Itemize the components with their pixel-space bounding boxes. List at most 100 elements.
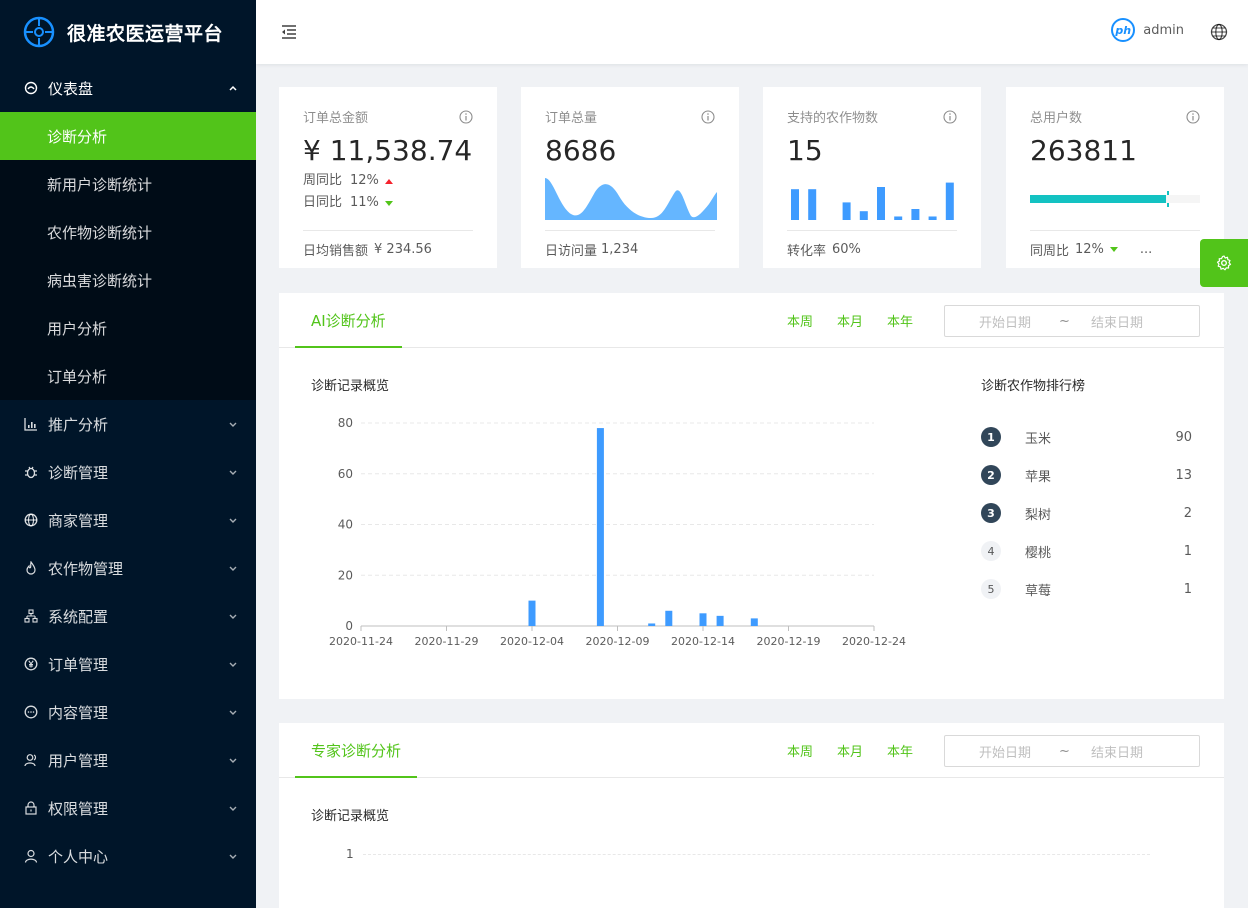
menu-order-management[interactable]: 订单管理 [0,640,256,688]
menu-permission-management[interactable]: 权限管理 [0,784,256,832]
menu-pest-diagnosis-stats[interactable]: 病虫害诊断统计 [0,256,256,304]
mini-bar [945,182,954,220]
range-year-link[interactable]: 本年 [887,311,913,330]
user-menu[interactable]: ph admin [1111,18,1184,42]
rank-item: 1 玉米 90 [981,418,1192,456]
rank-value: 13 [1175,467,1192,483]
info-icon[interactable] [943,110,957,124]
card-value: 8686 [545,134,617,167]
menu-fold-icon[interactable] [280,23,298,41]
globe-icon [24,513,38,527]
y-tick-label: 80 [338,416,353,430]
card-order-count: 订单总量 8686 日访问量 1,234 [521,87,739,268]
rank-title: 诊断农作物排行榜 [981,379,1086,394]
target-logo-icon [23,16,55,48]
menu-content-management-label: 内容管理 [48,703,109,722]
footer-label: 日均销售额 [303,244,369,259]
chevron-down-icon [229,710,237,715]
menu-order-analysis-label: 订单分析 [47,367,108,386]
menu-crop-management-label: 农作物管理 [48,559,124,578]
menu-order-analysis[interactable]: 订单分析 [0,352,256,400]
menu-new-user-diagnosis-stats[interactable]: 新用户诊断统计 [0,160,256,208]
rank-name: 苹果 [1025,469,1052,485]
caret-up-icon [384,178,393,184]
start-date-input[interactable]: 开始日期 [979,312,1031,331]
chevron-down-icon [229,566,237,571]
info-icon[interactable] [459,110,473,124]
progress-target-marker [1167,191,1169,207]
date-range-picker[interactable]: 开始日期 ~ 结束日期 [944,305,1200,337]
rank-name: 玉米 [1025,431,1052,447]
rank-item: 5 草莓 1 [981,570,1192,608]
menu-crop-diagnosis-stats[interactable]: 农作物诊断统计 [0,208,256,256]
mini-bar [894,216,903,220]
chevron-down-icon [229,854,237,859]
rank-number: 5 [981,579,1001,599]
chart-bar [750,618,758,626]
chart-bar [596,428,604,626]
dashboard-submenu: 诊断分析 新用户诊断统计 农作物诊断统计 病虫害诊断统计 用户分析 订单分析 [0,112,256,400]
menu-pest-diagnosis-stats-label: 病虫害诊断统计 [47,271,153,290]
rank-item: 2 苹果 13 [981,456,1192,494]
chevron-down-icon [229,470,237,475]
menu-promotion-analysis[interactable]: 推广分析 [0,400,256,448]
caret-down-icon [384,200,393,206]
menu-diagnosis-management[interactable]: 诊断管理 [0,448,256,496]
date-separator: ~ [1059,743,1070,759]
visits-area [545,178,717,220]
range-year-link[interactable]: 本年 [887,741,913,760]
rank-item: 3 梨树 2 [981,494,1192,532]
range-week-link[interactable]: 本周 [787,311,813,330]
card-footer: 日均销售额 ¥ 234.56 [303,230,473,268]
chart-bar [528,600,536,626]
footer-value: 60% [832,242,861,257]
menu-promotion-analysis-label: 推广分析 [48,415,109,434]
menu-crop-management[interactable]: 农作物管理 [0,544,256,592]
chevron-down-icon [229,614,237,619]
card-trends: 周同比 12% 日同比 11% [303,170,473,218]
rank-value: 90 [1175,429,1192,445]
x-tick-label: 2020-12-04 [500,635,564,648]
rank-number: 4 [981,541,1001,561]
info-icon[interactable] [1186,110,1200,124]
menu-user-management[interactable]: 用户管理 [0,736,256,784]
tab-expert-diagnosis[interactable]: 专家诊断分析 [295,723,418,778]
menu-merchant-management-label: 商家管理 [48,511,109,530]
footer-more: ... [1139,242,1153,257]
card-footer: 日访问量 1,234 [545,230,715,268]
tab-ai-diagnosis[interactable]: AI诊断分析 [295,293,402,348]
end-date-input[interactable]: 结束日期 [1091,742,1143,761]
menu-merchant-management[interactable]: 商家管理 [0,496,256,544]
logo[interactable]: 很准农医运营平台 [0,0,256,64]
rank-name: 草莓 [1025,583,1052,599]
range-week-link[interactable]: 本周 [787,741,813,760]
menu-diagnosis-analysis[interactable]: 诊断分析 [0,112,256,160]
week-trend: 周同比 12% [303,170,473,192]
date-range-picker[interactable]: 开始日期 ~ 结束日期 [944,735,1200,767]
menu-user-analysis[interactable]: 用户分析 [0,304,256,352]
cluster-icon [24,609,38,623]
menu-system-config[interactable]: 系统配置 [0,592,256,640]
start-date-input[interactable]: 开始日期 [979,742,1031,761]
lock-icon [24,801,38,815]
chart-bar [699,613,707,626]
settings-drawer-button[interactable] [1200,239,1248,287]
language-globe-icon[interactable] [1210,23,1228,41]
mini-bar [859,211,868,220]
menu-dashboard[interactable]: 仪表盘 [0,64,256,112]
range-month-link[interactable]: 本月 [837,741,863,760]
footer-value: ¥ 234.56 [374,242,432,257]
card-value: 15 [787,134,823,167]
chevron-up-icon [229,85,237,91]
menu-personal-center[interactable]: 个人中心 [0,832,256,880]
rank-number: 3 [981,503,1001,523]
menu-content-management[interactable]: 内容管理 [0,688,256,736]
week-trend-label: 周同比 [303,173,343,188]
menu-personal-center-label: 个人中心 [48,847,109,866]
end-date-input[interactable]: 结束日期 [1091,312,1143,331]
info-icon[interactable] [701,110,715,124]
range-month-link[interactable]: 本月 [837,311,863,330]
footer-value: 12% [1075,242,1104,257]
panel-header: 专家诊断分析 本周 本月 本年 开始日期 ~ 结束日期 [279,723,1224,778]
footer-value: 1,234 [601,242,639,257]
